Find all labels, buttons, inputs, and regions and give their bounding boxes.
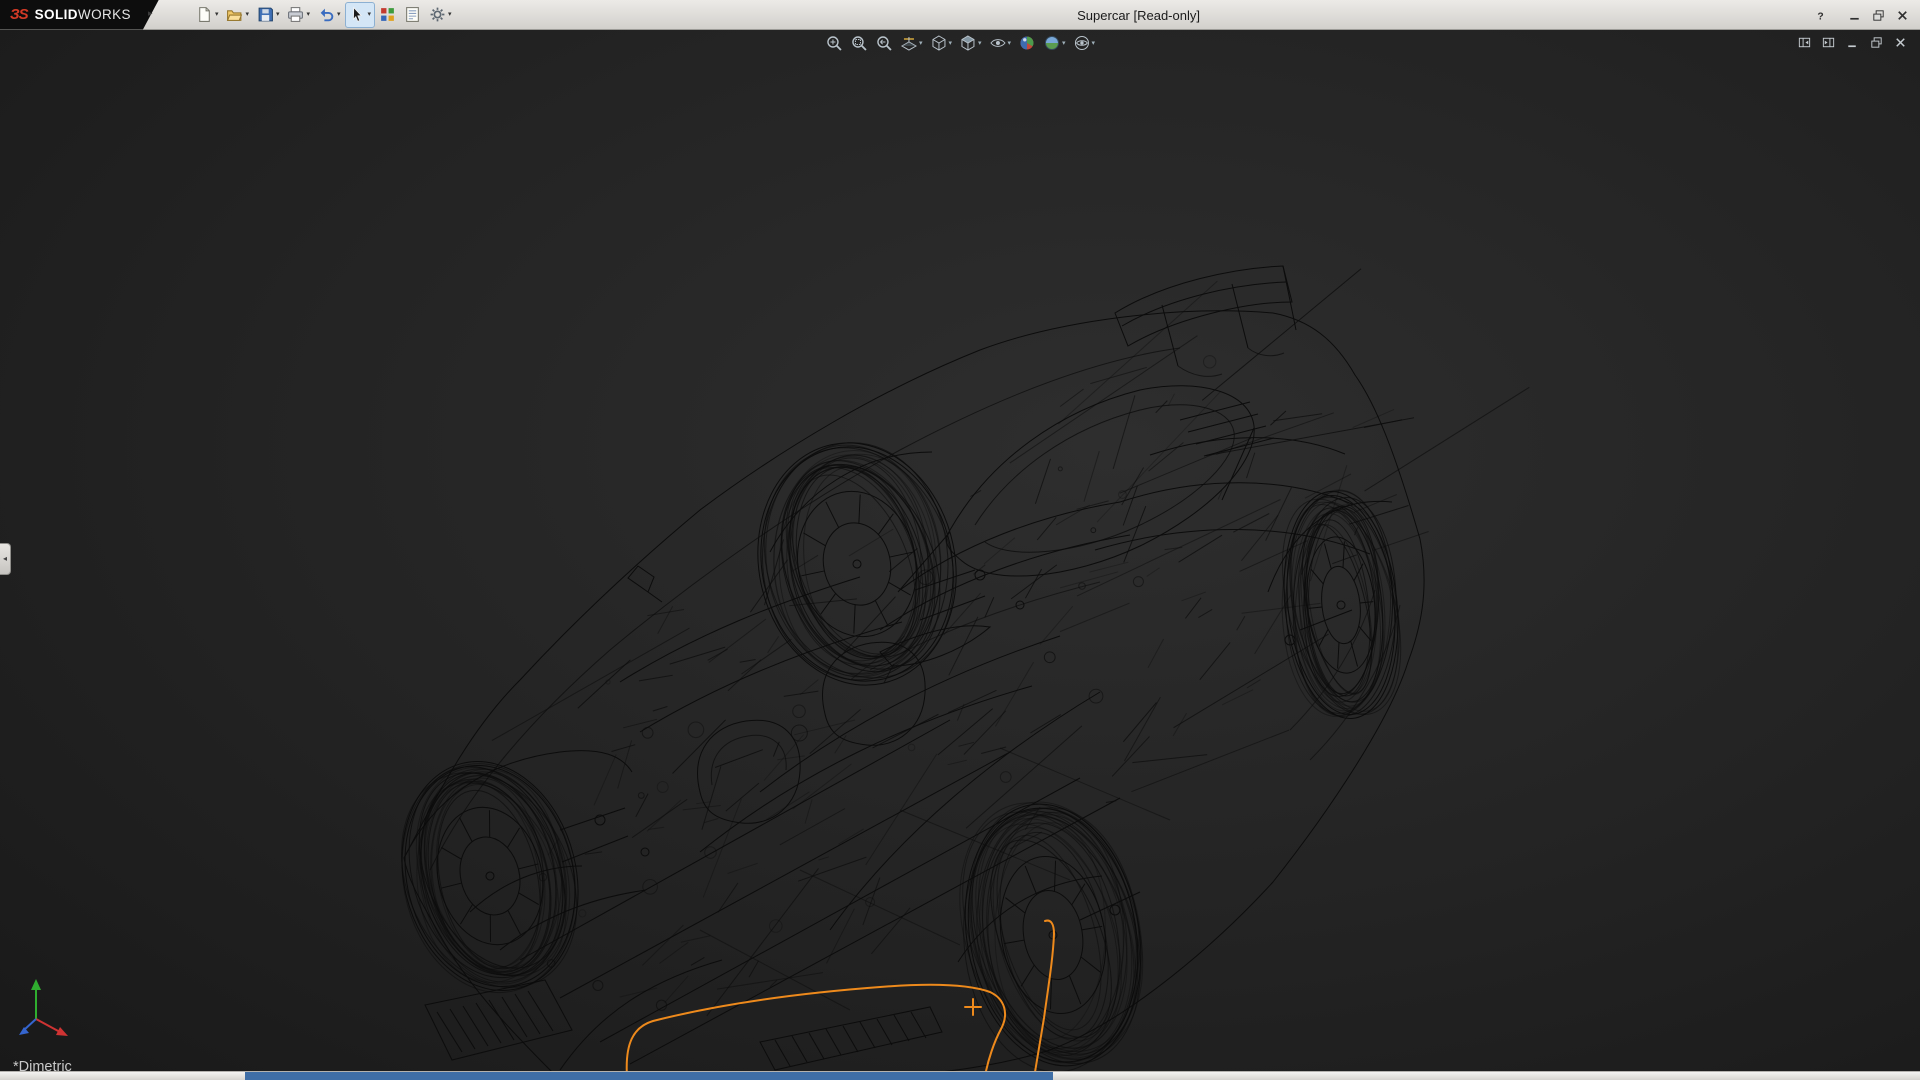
hide-show-items-button[interactable]: ▾: [988, 33, 1013, 53]
view-orientation-button[interactable]: ▾: [928, 33, 953, 53]
open-button[interactable]: ▾: [223, 3, 252, 27]
close-doc-icon: [1893, 35, 1908, 50]
dropdown-arrow-icon[interactable]: ▾: [978, 40, 982, 47]
select-icon: [349, 6, 366, 23]
brand-works: WORKS: [78, 7, 131, 22]
options-button[interactable]: ▾: [426, 3, 455, 27]
featuremanager-flyout-tab[interactable]: ◂: [0, 543, 11, 575]
open-icon: [226, 6, 243, 23]
menu-expand-arrow-icon[interactable]: ▸: [148, 9, 153, 18]
close-doc-button[interactable]: [1893, 35, 1908, 50]
svg-text:?: ?: [1817, 11, 1823, 22]
dropdown-arrow-icon[interactable]: ▾: [1062, 40, 1066, 47]
close-button[interactable]: [1893, 7, 1912, 24]
minimize-button[interactable]: [1845, 7, 1864, 24]
dropdown-arrow-icon[interactable]: ▾: [245, 11, 249, 18]
print-button[interactable]: ▾: [284, 3, 313, 27]
wireframe-car-model[interactable]: [0, 30, 1920, 1071]
document-title: Supercar [Read-only]: [1077, 8, 1200, 23]
save-button[interactable]: ▾: [254, 3, 283, 27]
window-controls: ?: [1811, 3, 1912, 27]
undo-icon: [318, 6, 335, 23]
restore-doc-button[interactable]: [1869, 35, 1884, 50]
titlebar: ЗS SOLIDWORKS ▸ ▾ ▾ ▾ ▾ ▾ ▾ ▾ Supercar [Read-o…: [0, 0, 1920, 30]
display-style-button[interactable]: ▾: [958, 33, 983, 53]
help-button[interactable]: ?: [1811, 7, 1830, 24]
hide-show-items-icon: [989, 34, 1007, 52]
close-icon: [1895, 8, 1910, 23]
minimize-icon: [1847, 8, 1862, 23]
section-view-button[interactable]: ▾: [899, 33, 924, 53]
dropdown-arrow-icon[interactable]: ▾: [448, 11, 452, 18]
dropdown-arrow-icon[interactable]: ▾: [215, 11, 219, 18]
new-document-icon: [196, 6, 213, 23]
file-properties-icon: [404, 6, 421, 23]
minimize-doc-icon: [1845, 35, 1860, 50]
collapse-arrow-icon: ◂: [3, 555, 7, 563]
orientation-triad: [6, 975, 86, 1045]
view-settings-button[interactable]: ▾: [1072, 33, 1097, 53]
xpress-products-button[interactable]: [376, 3, 399, 27]
dropdown-arrow-icon[interactable]: ▾: [276, 11, 280, 18]
edit-appearance-button[interactable]: [1017, 33, 1037, 53]
dropdown-arrow-icon[interactable]: ▾: [368, 11, 372, 18]
restore-icon: [1871, 8, 1886, 23]
restore-button[interactable]: [1869, 7, 1888, 24]
view-settings-icon: [1073, 34, 1091, 52]
brand-name: SOLIDWORKS: [35, 7, 131, 22]
pane-toggle-left-button[interactable]: [1797, 35, 1812, 50]
print-icon: [287, 6, 304, 23]
solidworks-logo: ЗS SOLIDWORKS: [0, 0, 159, 30]
dropdown-arrow-icon[interactable]: ▾: [948, 40, 952, 47]
save-icon: [257, 6, 274, 23]
previous-view-button[interactable]: [874, 33, 894, 53]
brand-solid: SOLID: [35, 7, 78, 22]
zoom-to-area-button[interactable]: [849, 33, 869, 53]
xpress-products-icon: [379, 6, 396, 23]
car-wheels-wireframe: [360, 410, 1424, 1071]
taskbar-active-item[interactable]: [245, 1072, 1053, 1080]
dropdown-arrow-icon[interactable]: ▾: [919, 40, 923, 47]
help-icon: ?: [1813, 8, 1828, 23]
restore-doc-icon: [1869, 35, 1884, 50]
options-icon: [429, 6, 446, 23]
headsup-view-toolbar: ▾ ▾ ▾ ▾ ▾ ▾: [824, 33, 1096, 53]
apply-scene-icon: [1043, 34, 1061, 52]
minimize-doc-button[interactable]: [1845, 35, 1860, 50]
dropdown-arrow-icon[interactable]: ▾: [337, 11, 341, 18]
quick-access-toolbar: ▾ ▾ ▾ ▾ ▾ ▾ ▾: [193, 3, 455, 27]
display-style-icon: [959, 34, 977, 52]
pane-toggle-right-button[interactable]: [1821, 35, 1836, 50]
edit-appearance-icon: [1018, 34, 1036, 52]
document-window-controls: [1797, 35, 1908, 50]
undo-button[interactable]: ▾: [315, 3, 344, 27]
previous-view-icon: [875, 34, 893, 52]
dropdown-arrow-icon[interactable]: ▾: [306, 11, 310, 18]
apply-scene-button[interactable]: ▾: [1042, 33, 1067, 53]
zoom-to-area-icon: [850, 34, 868, 52]
dropdown-arrow-icon[interactable]: ▾: [1092, 40, 1096, 47]
new-document-button[interactable]: ▾: [193, 3, 222, 27]
view-orientation-icon: [929, 34, 947, 52]
taskbar: [0, 1071, 1920, 1080]
section-view-icon: [900, 34, 918, 52]
pane-toggle-right-icon: [1821, 35, 1836, 50]
graphics-area[interactable]: ▾ ▾ ▾ ▾ ▾ ▾ *Dimetric: [0, 30, 1920, 1071]
zoom-to-fit-icon: [825, 34, 843, 52]
zoom-to-fit-button[interactable]: [824, 33, 844, 53]
select-button[interactable]: ▾: [346, 3, 375, 27]
pane-toggle-left-icon: [1797, 35, 1812, 50]
3ds-logo-icon: ЗS: [10, 6, 28, 23]
dropdown-arrow-icon[interactable]: ▾: [1008, 40, 1012, 47]
view-orientation-label: *Dimetric: [13, 1059, 72, 1071]
file-properties-button[interactable]: [401, 3, 424, 27]
